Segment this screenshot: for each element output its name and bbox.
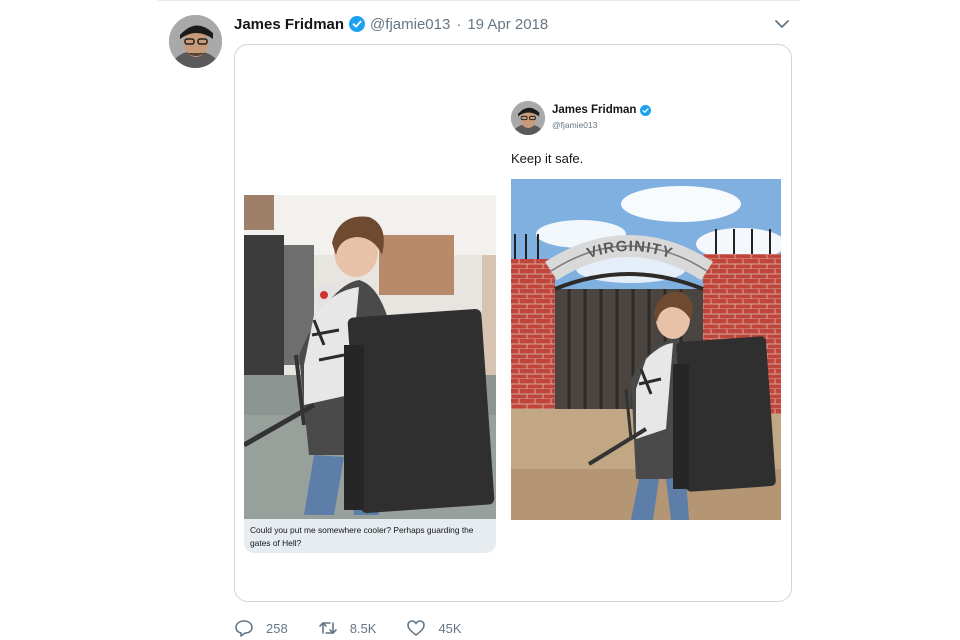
- reply-count: 258: [266, 620, 288, 636]
- embedded-author-name-row: James Fridman: [552, 104, 652, 116]
- retweet-icon: [318, 618, 338, 638]
- embedded-tweet-text: Keep it safe.: [511, 151, 584, 166]
- heart-icon: [406, 618, 426, 638]
- original-photo[interactable]: [244, 195, 496, 521]
- retweet-button[interactable]: 8.5K: [318, 618, 377, 638]
- tweet-date[interactable]: 19 Apr 2018: [467, 16, 548, 33]
- chevron-down-icon[interactable]: [773, 15, 791, 33]
- author-handle[interactable]: @fjamie013: [370, 16, 450, 33]
- dm-message-bubble: Could you put me somewhere cooler? Perha…: [244, 519, 496, 553]
- embedded-author-handle: @fjamie013: [552, 120, 598, 130]
- retweet-count: 8.5K: [349, 620, 377, 636]
- tweet-actions: 258 8.5K 45K: [234, 614, 492, 640]
- reply-icon: [234, 618, 254, 638]
- reply-button[interactable]: 258: [234, 618, 288, 638]
- media-card[interactable]: Could you put me somewhere cooler? Perha…: [234, 44, 792, 602]
- author-name[interactable]: James Fridman: [234, 16, 344, 33]
- verified-badge-icon: [349, 16, 366, 32]
- embedded-author-name: James Fridman: [552, 104, 637, 116]
- author-avatar[interactable]: [169, 15, 222, 68]
- top-divider: [158, 0, 800, 1]
- embedded-tweet[interactable]: James Fridman @fjamie013 Keep it safe. V…: [511, 99, 783, 529]
- embedded-verified-badge-icon: [640, 104, 652, 116]
- tweet-header: James Fridman @fjamie013 · 19 Apr 2018: [234, 13, 548, 35]
- like-button[interactable]: 45K: [406, 618, 462, 638]
- embedded-author-avatar: [511, 101, 545, 135]
- separator-dot: ·: [456, 15, 462, 33]
- edited-photo: VIRGINITY: [511, 179, 781, 520]
- like-count: 45K: [438, 620, 462, 636]
